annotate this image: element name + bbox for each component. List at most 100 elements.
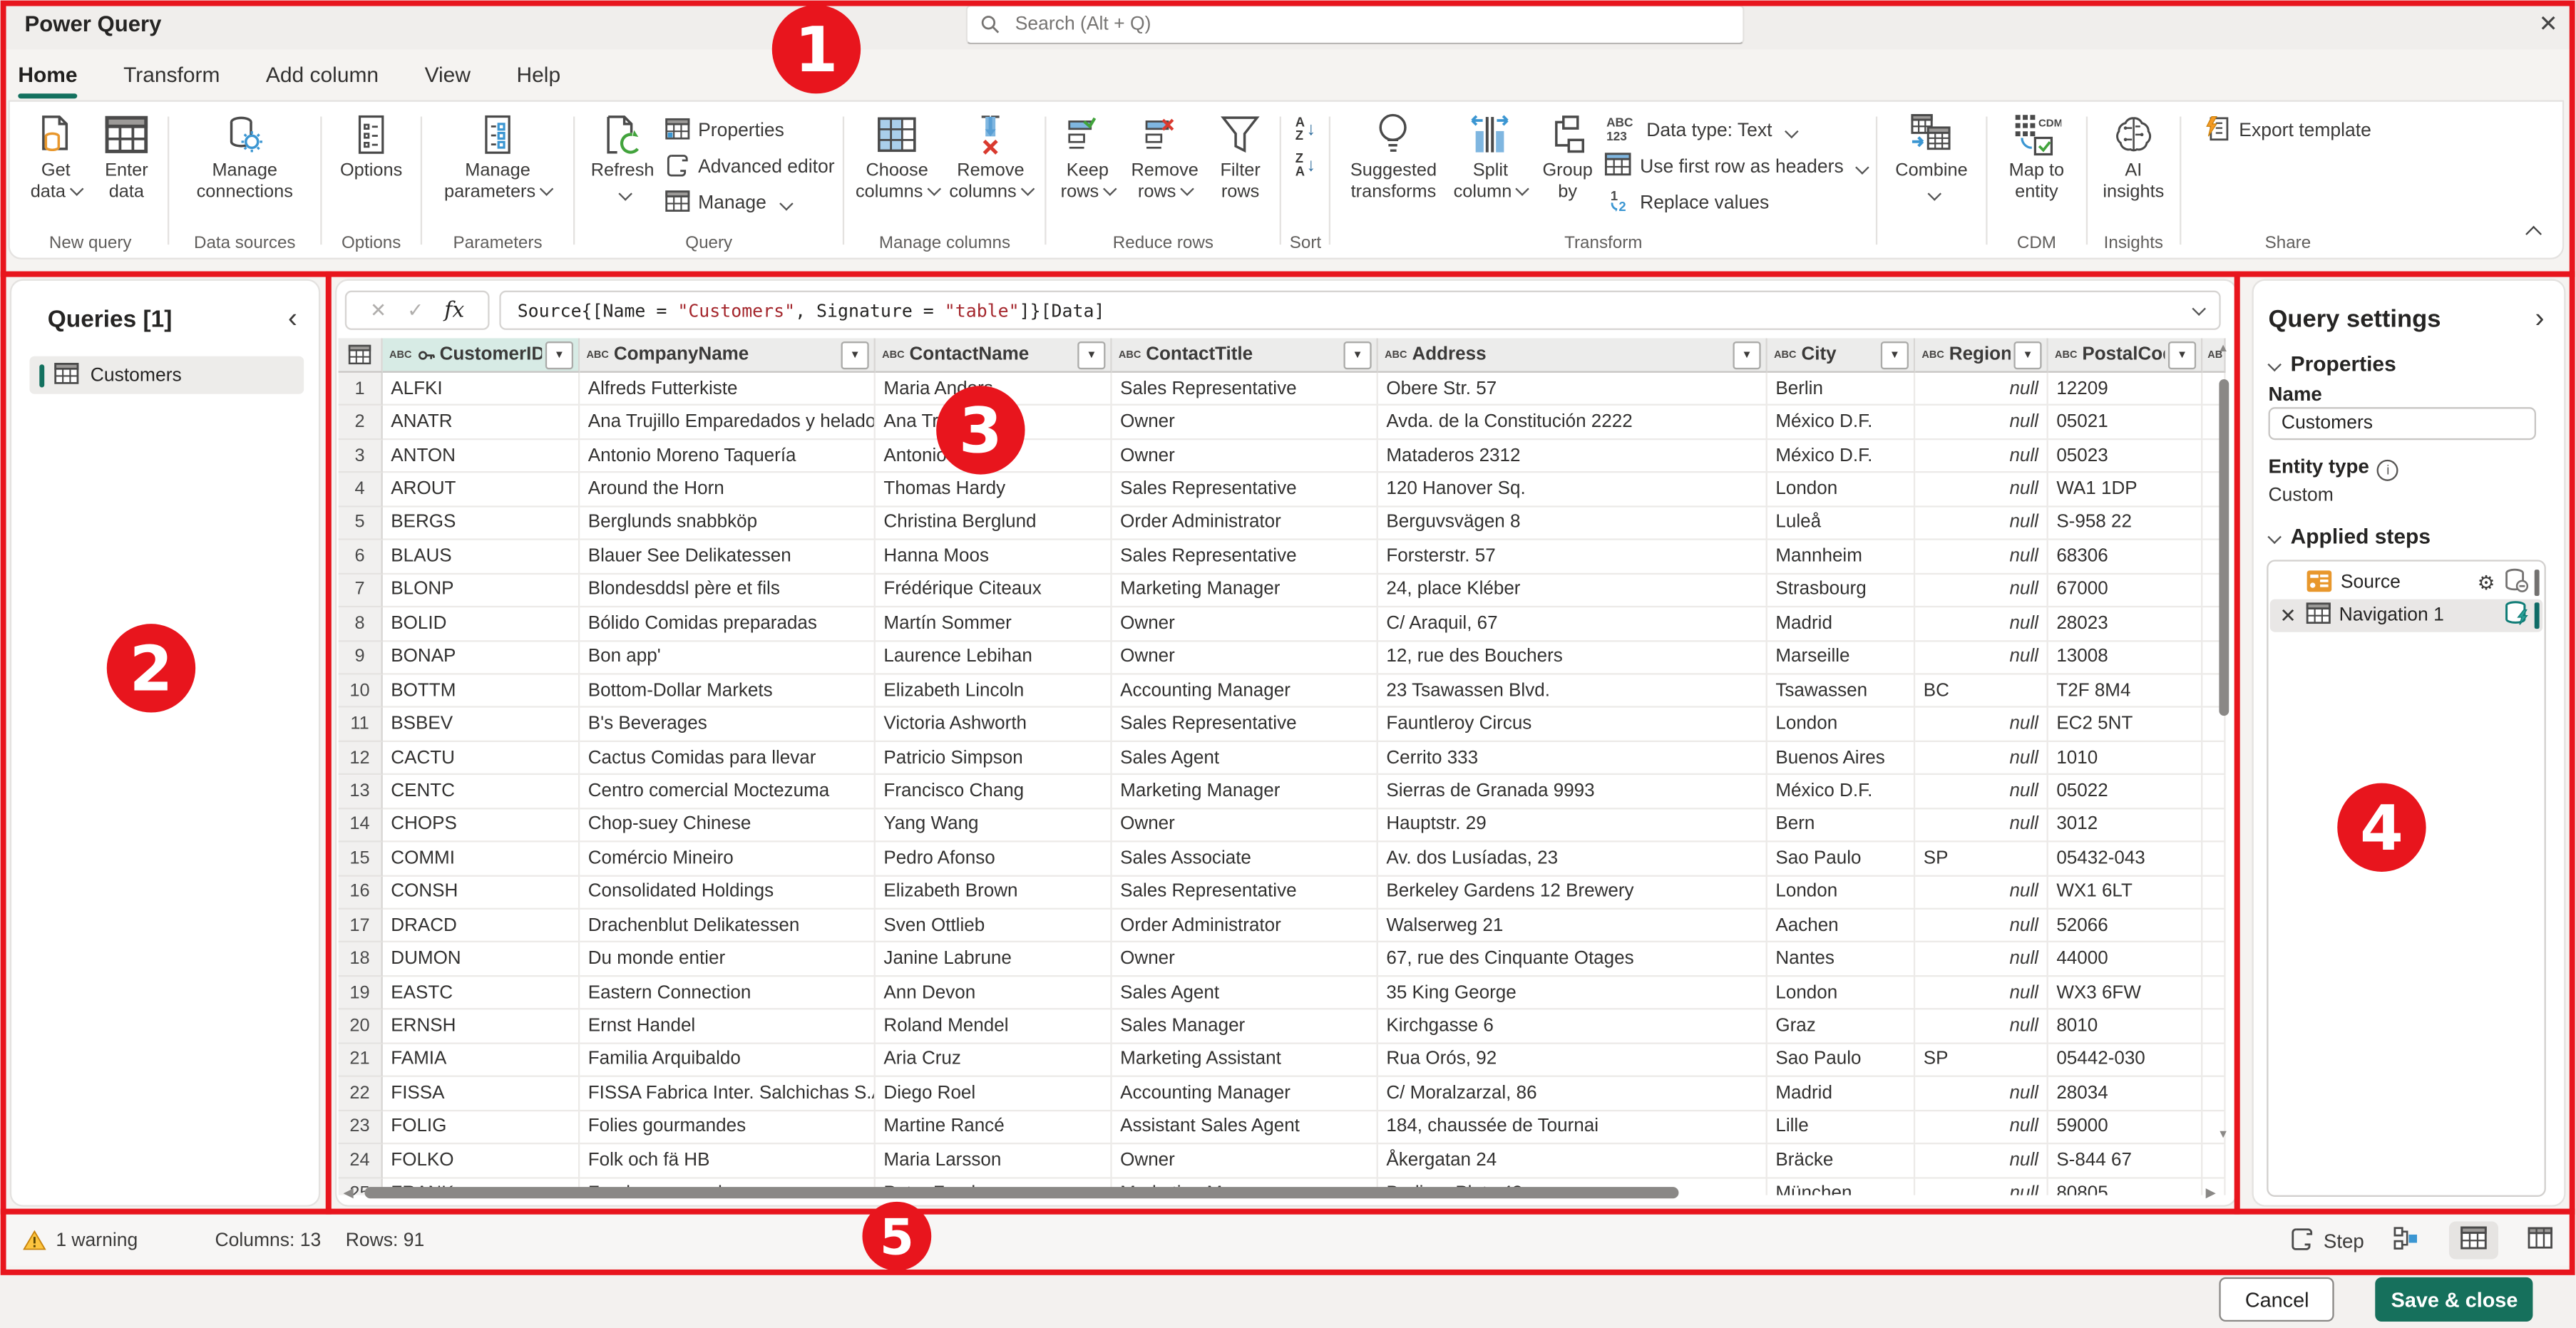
grid-cell[interactable]: SP — [1915, 1044, 2048, 1078]
grid-cell[interactable]: Bräcke — [1767, 1144, 1916, 1178]
collapse-queries-icon[interactable]: ‹ — [288, 302, 297, 335]
grid-cell[interactable]: DRACD — [382, 909, 580, 944]
manage-connections-button[interactable]: Manage connections — [178, 107, 312, 202]
step-view-button[interactable]: Step — [2289, 1225, 2364, 1255]
grid-cell[interactable]: Sales Representative — [1112, 473, 1378, 508]
grid-cell[interactable]: 12, rue des Bouchers — [1377, 641, 1767, 675]
grid-cell[interactable]: null — [1915, 1144, 2048, 1178]
grid-cell[interactable]: Madrid — [1767, 607, 1916, 642]
row-number[interactable]: 22 — [338, 1077, 383, 1111]
grid-cell[interactable]: T2F 8M4 — [2048, 674, 2203, 709]
commit-formula-icon[interactable]: ✓ — [407, 299, 424, 321]
grid-cell[interactable]: Cactus Comidas para llevar — [580, 741, 876, 776]
grid-cell[interactable]: Owner — [1112, 1144, 1378, 1178]
replace-values-button[interactable]: 1 2 Replace values — [1606, 188, 1867, 217]
grid-cell[interactable]: Sales Agent — [1112, 977, 1378, 1011]
row-number[interactable]: 1 — [338, 372, 383, 406]
row-number[interactable]: 19 — [338, 977, 383, 1011]
scroll-down-icon[interactable]: ▼ — [2217, 1130, 2229, 1141]
scroll-right-icon[interactable]: ▶ — [2206, 1185, 2216, 1200]
row-number[interactable]: 21 — [338, 1044, 383, 1078]
grid-cell[interactable]: Nantes — [1767, 943, 1916, 977]
column-filter-button[interactable]: ▼ — [2013, 340, 2042, 369]
grid-cell[interactable]: 8010 — [2048, 1010, 2203, 1044]
grid-cell[interactable]: London — [1767, 977, 1916, 1011]
grid-cell[interactable]: BC — [1915, 674, 2048, 709]
grid-cell[interactable]: B's Beverages — [580, 708, 876, 742]
grid-cell[interactable]: FAMIA — [382, 1044, 580, 1078]
row-number[interactable]: 5 — [338, 507, 383, 541]
grid-cell[interactable]: Roland Mendel — [875, 1010, 1112, 1044]
column-header-CompanyName[interactable]: ABC CompanyName ▼ — [580, 338, 876, 373]
row-number[interactable]: 10 — [338, 674, 383, 709]
grid-cell[interactable]: Ana Trujillo — [875, 406, 1112, 440]
gear-icon[interactable]: ⚙ — [2478, 571, 2495, 594]
row-number[interactable]: 15 — [338, 842, 383, 876]
row-number[interactable]: 8 — [338, 607, 383, 642]
warnings-item[interactable]: 1 warning — [23, 1230, 138, 1251]
grid-cell[interactable]: null — [1915, 741, 2048, 776]
grid-cell[interactable]: Sao Paulo — [1767, 1044, 1916, 1078]
grid-cell[interactable]: Consolidated Holdings — [580, 875, 876, 910]
sort-ascending-button[interactable]: A Z ↓ — [1295, 115, 1315, 143]
grid-cell[interactable]: WA1 1DP — [2048, 473, 2203, 508]
grid-cell[interactable]: Hanna Moos — [875, 540, 1112, 575]
grid-cell[interactable]: Tsawassen — [1767, 674, 1916, 709]
grid-cell[interactable]: Sales Agent — [1112, 741, 1378, 776]
row-number[interactable]: 11 — [338, 708, 383, 742]
ai-insights-button[interactable]: AI insights — [2095, 107, 2171, 202]
row-number[interactable]: 2 — [338, 406, 383, 440]
grid-cell[interactable]: C/ Araquil, 67 — [1377, 607, 1767, 642]
grid-cell[interactable]: Sales Associate — [1112, 842, 1378, 876]
grid-cell[interactable]: Sao Paulo — [1767, 842, 1916, 876]
grid-cell[interactable]: Around the Horn — [580, 473, 876, 508]
grid-cell[interactable]: 184, chaussée de Tournai — [1377, 1111, 1767, 1145]
grid-cell[interactable]: null — [1915, 1077, 2048, 1111]
dependency-view-button[interactable] — [2393, 1225, 2420, 1255]
filter-rows-button[interactable]: Filter rows — [1209, 107, 1272, 202]
grid-cell[interactable]: Madrid — [1767, 1077, 1916, 1111]
grid-cell[interactable]: Mannheim — [1767, 540, 1916, 575]
horizontal-scrollbar[interactable]: ◀ ▶ — [343, 1185, 2215, 1200]
delete-step-icon[interactable]: ✕ — [2270, 604, 2306, 627]
choose-columns-button[interactable]: Choose columns — [853, 107, 941, 202]
grid-cell[interactable]: null — [1915, 808, 2048, 843]
scroll-left-icon[interactable]: ◀ — [343, 1185, 353, 1200]
grid-cell[interactable]: Victoria Ashworth — [875, 708, 1112, 742]
remove-columns-button[interactable]: Remove columns — [945, 107, 1037, 202]
grid-cell[interactable]: S-958 22 — [2048, 507, 2203, 541]
grid-cell[interactable]: Antonio Moreno Taquería — [580, 439, 876, 474]
vertical-scroll-thumb[interactable] — [2219, 379, 2229, 716]
collapse-ribbon-button[interactable] — [2525, 225, 2542, 245]
grid-cell[interactable]: 05021 — [2048, 406, 2203, 440]
grid-cell[interactable]: BONAP — [382, 641, 580, 675]
manage-query-button[interactable]: Manage — [665, 189, 835, 217]
split-column-button[interactable]: Split column — [1451, 107, 1530, 202]
grid-cell[interactable]: Martine Rancé — [875, 1111, 1112, 1145]
grid-cell[interactable]: Eastern Connection — [580, 977, 876, 1011]
suggested-transforms-button[interactable]: Suggested transforms — [1339, 107, 1447, 202]
grid-cell[interactable]: BLAUS — [382, 540, 580, 575]
grid-cell[interactable]: Order Administrator — [1112, 507, 1378, 541]
grid-cell[interactable]: Berguvsvägen 8 — [1377, 507, 1767, 541]
grid-cell[interactable]: null — [1915, 473, 2048, 508]
grid-cell[interactable]: Sven Ottlieb — [875, 909, 1112, 944]
grid-cell[interactable]: null — [1915, 507, 2048, 541]
grid-cell[interactable]: Blauer See Delikatessen — [580, 540, 876, 575]
grid-cell[interactable]: null — [1915, 775, 2048, 809]
grid-cell[interactable]: null — [1915, 909, 2048, 944]
grid-cell[interactable]: null — [1915, 977, 2048, 1011]
grid-cell[interactable]: CHOPS — [382, 808, 580, 843]
grid-cell[interactable]: Diego Roel — [875, 1077, 1112, 1111]
select-all-corner[interactable] — [338, 338, 383, 373]
row-number[interactable]: 24 — [338, 1144, 383, 1178]
column-header-CustomerID[interactable]: ABC CustomerID ▼ — [382, 338, 580, 373]
grid-cell[interactable]: Mataderos 2312 — [1377, 439, 1767, 474]
tab-home[interactable]: Home — [16, 61, 79, 98]
grid-cell[interactable]: London — [1767, 875, 1916, 910]
map-to-entity-button[interactable]: CDM Map to entity — [1996, 107, 2078, 202]
enter-data-button[interactable]: Enter data — [93, 107, 159, 202]
grid-cell[interactable]: Janine Labrune — [875, 943, 1112, 977]
query-list-item-customers[interactable]: Customers — [29, 356, 304, 394]
grid-cell[interactable]: DUMON — [382, 943, 580, 977]
